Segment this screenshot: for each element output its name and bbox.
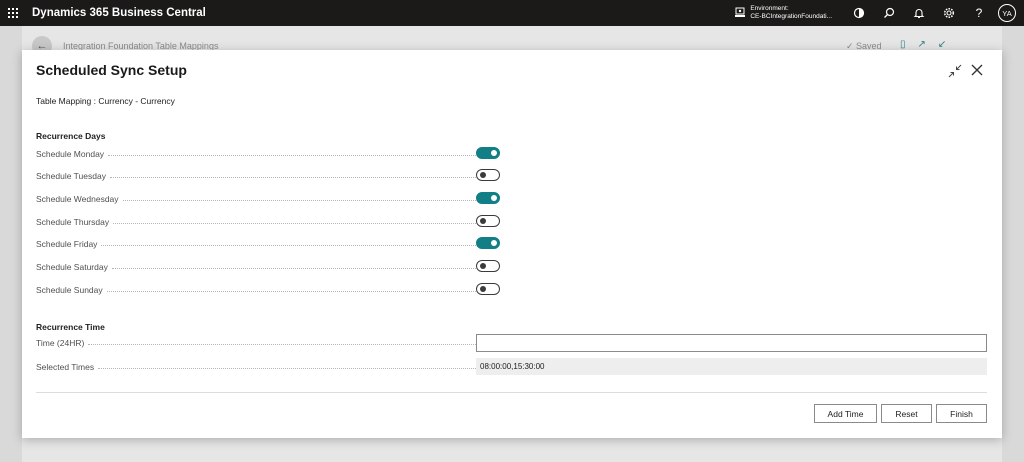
- toggle-knob: [480, 286, 486, 292]
- top-bar: Dynamics 365 Business Central Environmen…: [0, 0, 1024, 26]
- time-row: Time (24HR): [36, 336, 486, 350]
- schedule-friday-toggle[interactable]: [476, 237, 500, 249]
- collapse-dialog-icon[interactable]: [948, 64, 962, 78]
- dotted-leader: [122, 199, 486, 201]
- schedule-monday-label: Schedule Monday: [36, 149, 105, 159]
- help-icon[interactable]: ?: [964, 0, 994, 26]
- schedule-wednesday-row: Schedule Wednesday: [36, 192, 486, 206]
- app-title[interactable]: Dynamics 365 Business Central: [32, 7, 206, 19]
- schedule-thursday-label: Schedule Thursday: [36, 217, 110, 227]
- schedule-friday-row: Schedule Friday: [36, 237, 486, 251]
- environment-indicator[interactable]: Environment: CE-BCIntegrationFoundati...: [734, 5, 832, 21]
- user-avatar[interactable]: YA: [998, 4, 1016, 22]
- schedule-tuesday-row: Schedule Tuesday: [36, 169, 486, 183]
- environment-icon: [735, 7, 746, 17]
- schedule-tuesday-label: Schedule Tuesday: [36, 171, 106, 181]
- dotted-leader: [88, 343, 486, 345]
- reset-button[interactable]: Reset: [881, 404, 932, 423]
- schedule-saturday-row: Schedule Saturday: [36, 260, 486, 274]
- bookmark-icon[interactable]: ▯: [900, 39, 906, 50]
- schedule-tuesday-toggle[interactable]: [476, 169, 500, 181]
- selected-times-row: Selected Times: [36, 360, 486, 374]
- background-page-actions: ▯ ↗ ↙: [900, 39, 946, 50]
- schedule-wednesday-label: Schedule Wednesday: [36, 194, 119, 204]
- dotted-leader: [109, 176, 486, 178]
- time-input[interactable]: [476, 334, 987, 352]
- toggle-knob: [480, 218, 486, 224]
- close-icon[interactable]: [970, 63, 984, 77]
- app-launcher-icon[interactable]: [0, 0, 26, 26]
- finish-button[interactable]: Finish: [936, 404, 987, 423]
- schedule-monday-row: Schedule Monday: [36, 147, 486, 161]
- schedule-saturday-toggle[interactable]: [476, 260, 500, 272]
- time-label: Time (24HR): [36, 338, 85, 348]
- footer-divider: [36, 392, 987, 393]
- dialog-title: Scheduled Sync Setup: [36, 62, 187, 78]
- schedule-sunday-toggle[interactable]: [476, 283, 500, 295]
- selected-times-label: Selected Times: [36, 362, 95, 372]
- copilot-icon[interactable]: [844, 0, 874, 26]
- schedule-thursday-row: Schedule Thursday: [36, 215, 486, 229]
- search-icon[interactable]: [874, 0, 904, 26]
- add-time-button[interactable]: Add Time: [814, 404, 877, 423]
- toggle-knob: [491, 195, 497, 201]
- schedule-saturday-label: Schedule Saturday: [36, 262, 108, 272]
- schedule-sunday-row: Schedule Sunday: [36, 283, 486, 297]
- dotted-leader: [101, 244, 486, 246]
- environment-label: Environment:: [750, 5, 789, 12]
- collapse-icon[interactable]: ↙: [938, 39, 946, 50]
- dotted-leader: [106, 290, 486, 292]
- dotted-leader: [108, 154, 486, 156]
- schedule-monday-toggle[interactable]: [476, 147, 500, 159]
- schedule-thursday-toggle[interactable]: [476, 215, 500, 227]
- toggle-knob: [480, 263, 486, 269]
- schedule-sunday-label: Schedule Sunday: [36, 285, 103, 295]
- table-mapping-caption: Table Mapping : Currency - Currency: [36, 96, 175, 106]
- dotted-leader: [113, 222, 486, 224]
- notifications-bell-icon[interactable]: [904, 0, 934, 26]
- open-new-window-icon[interactable]: ↗: [918, 39, 926, 50]
- recurrence-days-heading: Recurrence Days: [36, 131, 106, 141]
- recurrence-time-heading: Recurrence Time: [36, 322, 105, 332]
- scheduled-sync-setup-dialog: Scheduled Sync Setup Table Mapping : Cur…: [22, 50, 1002, 438]
- selected-times-value: 08:00:00,15:30:00: [476, 358, 987, 375]
- environment-name: CE-BCIntegrationFoundati...: [750, 13, 832, 20]
- schedule-wednesday-toggle[interactable]: [476, 192, 500, 204]
- dotted-leader: [111, 267, 486, 269]
- toggle-knob: [480, 172, 486, 178]
- toggle-knob: [491, 150, 497, 156]
- dotted-leader: [98, 367, 486, 369]
- schedule-friday-label: Schedule Friday: [36, 239, 98, 249]
- toggle-knob: [491, 240, 497, 246]
- settings-gear-icon[interactable]: [934, 0, 964, 26]
